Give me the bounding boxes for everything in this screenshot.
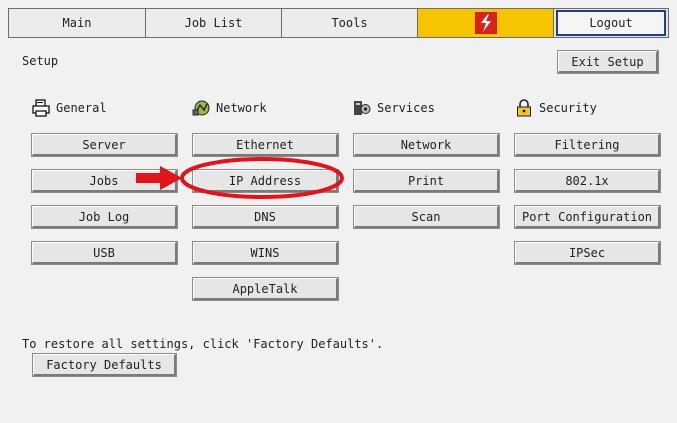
network-dns-button[interactable]: DNS: [192, 205, 339, 229]
top-tab-bar: Main Job List Tools Logout: [8, 8, 669, 38]
tab-tools[interactable]: Tools: [282, 9, 418, 37]
fiery-logo-icon: [474, 12, 497, 34]
general-heading: General: [32, 99, 107, 117]
security-ipsec-button[interactable]: IPSec: [514, 241, 661, 265]
lock-icon: [515, 99, 533, 117]
tab-job-list[interactable]: Job List: [146, 9, 282, 37]
setup-screen: Main Job List Tools Logout Setup Exit Se…: [0, 0, 677, 423]
network-wins-button[interactable]: WINS: [192, 241, 339, 265]
network-icon: [192, 99, 210, 117]
general-server-button[interactable]: Server: [31, 133, 178, 157]
restore-message: To restore all settings, click 'Factory …: [22, 337, 384, 351]
red-arrow-annotation: [136, 166, 182, 193]
services-heading-label: Services: [377, 101, 435, 115]
security-filtering-button[interactable]: Filtering: [514, 133, 661, 157]
setup-title: Setup: [22, 54, 59, 68]
tab-main[interactable]: Main: [9, 9, 146, 37]
factory-defaults-button[interactable]: Factory Defaults: [32, 353, 177, 377]
security-port-configuration-button[interactable]: Port Configuration: [514, 205, 661, 229]
tab-fiery[interactable]: [418, 9, 554, 37]
services-heading: Services: [353, 99, 435, 117]
logout-button[interactable]: Logout: [556, 10, 666, 36]
tab-job-list-label: Job List: [184, 16, 243, 30]
red-circle-annotation: [178, 155, 346, 204]
network-heading: Network: [192, 99, 267, 117]
security-8021x-button[interactable]: 802.1x: [514, 169, 661, 193]
network-appletalk-button[interactable]: AppleTalk: [192, 277, 339, 301]
tab-tools-label: Tools: [331, 16, 368, 30]
services-scan-button[interactable]: Scan: [353, 205, 500, 229]
services-network-button[interactable]: Network: [353, 133, 500, 157]
general-job-log-button[interactable]: Job Log: [31, 205, 178, 229]
network-ethernet-button[interactable]: Ethernet: [192, 133, 339, 157]
tab-main-label: Main: [62, 16, 92, 30]
general-usb-button[interactable]: USB: [31, 241, 178, 265]
network-heading-label: Network: [216, 101, 267, 115]
security-heading: Security: [515, 99, 597, 117]
general-heading-label: General: [56, 101, 107, 115]
services-icon: [353, 99, 371, 117]
tab-logout[interactable]: Logout: [554, 9, 668, 37]
exit-setup-button[interactable]: Exit Setup: [557, 50, 659, 74]
services-print-button[interactable]: Print: [353, 169, 500, 193]
security-heading-label: Security: [539, 101, 597, 115]
printer-icon: [32, 99, 50, 117]
